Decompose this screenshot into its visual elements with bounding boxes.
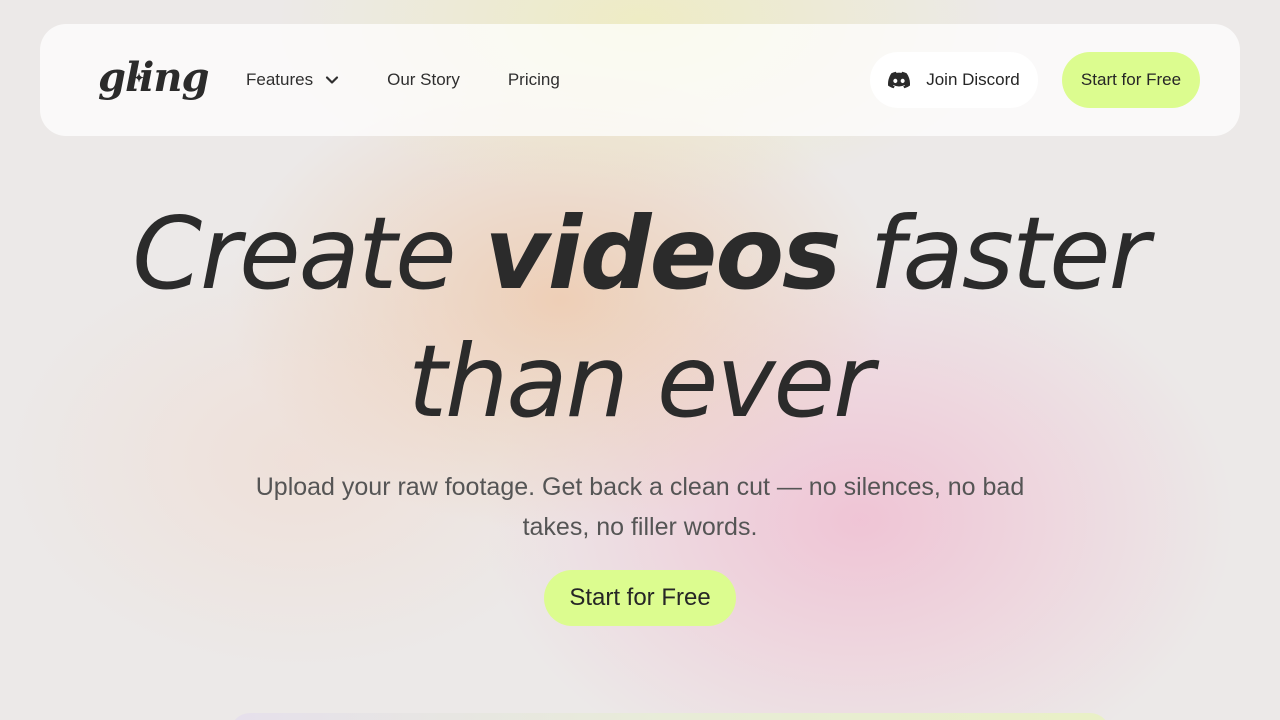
preview-panel-edge: [230, 713, 1110, 720]
join-discord-label: Join Discord: [926, 70, 1020, 89]
nav-link-pricing[interactable]: Pricing: [508, 70, 560, 90]
nav-link-features[interactable]: Features: [246, 70, 339, 90]
hero-title-line2: than ever: [407, 323, 874, 440]
chevron-down-icon: [325, 76, 339, 84]
hero-subtitle: Upload your raw footage. Get back a clea…: [255, 473, 1025, 541]
hero-title-part2: faster: [839, 195, 1149, 312]
gling-logo[interactable]: gling ✦: [98, 54, 209, 102]
start-for-free-label: Start for Free: [569, 584, 711, 611]
discord-icon: [888, 71, 911, 89]
sparkle-icon: ✦: [134, 71, 144, 85]
nav-link-label: Features: [246, 70, 314, 89]
nav-link-our-story[interactable]: Our Story: [387, 70, 460, 90]
nav-link-label: Our Story: [387, 70, 460, 89]
hero-title: Create videos faster than ever: [0, 190, 1280, 446]
join-discord-button[interactable]: Join Discord: [870, 52, 1038, 108]
start-for-free-hero-button[interactable]: Start for Free: [544, 570, 736, 626]
start-for-free-nav-button[interactable]: Start for Free: [1062, 52, 1200, 108]
hero-section: Create videos faster than ever: [0, 190, 1280, 446]
nav-links: Features Our Story Pricing: [246, 24, 608, 136]
top-navigation: gling ✦ Features Our Story Pricing Join …: [40, 24, 1240, 136]
hero-title-bold: videos: [484, 195, 841, 312]
nav-link-label: Pricing: [507, 70, 560, 89]
hero-title-part1: Create: [132, 195, 485, 312]
start-for-free-label: Start for Free: [1080, 70, 1182, 89]
logo-text: gling: [98, 54, 209, 101]
